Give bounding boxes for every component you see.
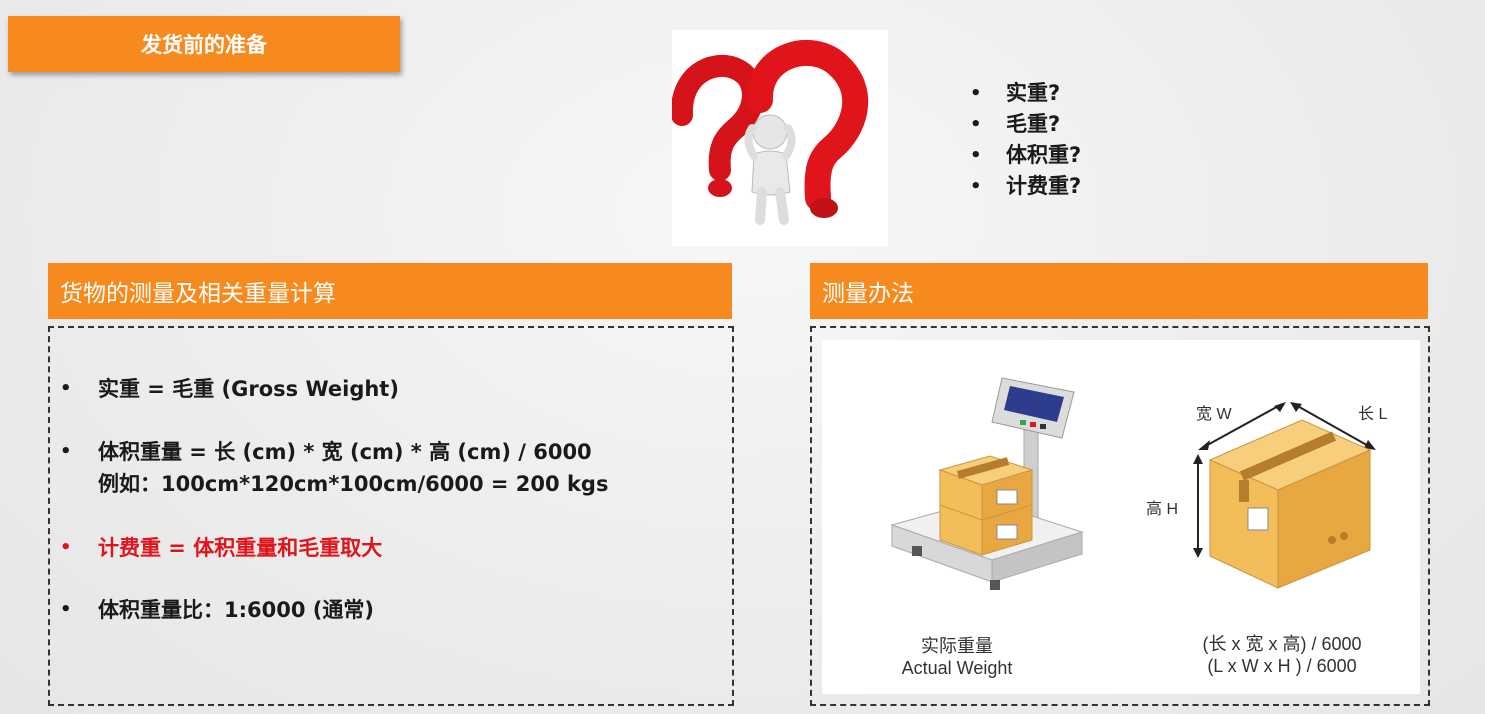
question-mark-illustration — [671, 30, 888, 246]
list-item: • 毛重? — [970, 112, 1061, 136]
label-height: 高 H — [1146, 501, 1179, 518]
right-panel-header: 测量办法 — [810, 263, 1428, 319]
label-width: 宽 W — [1196, 406, 1232, 423]
list-item: • 体积重量比：1:6000 (通常) — [60, 598, 374, 622]
list-item: • 实重 = 毛重 (Gross Weight) — [60, 377, 399, 401]
slide-title: 发货前的准备 — [8, 16, 400, 72]
list-item: • 计费重? — [970, 174, 1082, 198]
list-item-highlight: • 计费重 = 体积重量和毛重取大 — [60, 536, 383, 560]
box-formula-en: (L x W x H ) / 6000 — [1207, 656, 1357, 676]
box-formula-cn: (长 x 宽 x 高) / 6000 — [1202, 634, 1362, 654]
list-item: • 实重? — [970, 81, 1061, 105]
left-panel-header: 货物的测量及相关重量计算 — [48, 263, 732, 319]
measurement-illustration-card: 实际重量 Actual Weight 宽 W 长 L 高 H (长 x 宽 x … — [822, 340, 1420, 694]
scale-caption-en: Actual Weight — [901, 658, 1013, 678]
label-length: 长 L — [1358, 406, 1388, 423]
question-list: • 实重? • 毛重? • 体积重? • 计费重? — [970, 78, 1081, 202]
scale-icon — [890, 377, 1084, 590]
scale-caption-cn: 实际重量 — [921, 636, 993, 656]
list-item: • 体积重? — [970, 143, 1082, 167]
slide-title-text: 发货前的准备 — [141, 33, 267, 57]
list-item: • 体积重量 = 长 (cm) * 宽 (cm) * 高 (cm) / 6000… — [60, 440, 609, 496]
question-mark-person-icon — [671, 39, 869, 225]
